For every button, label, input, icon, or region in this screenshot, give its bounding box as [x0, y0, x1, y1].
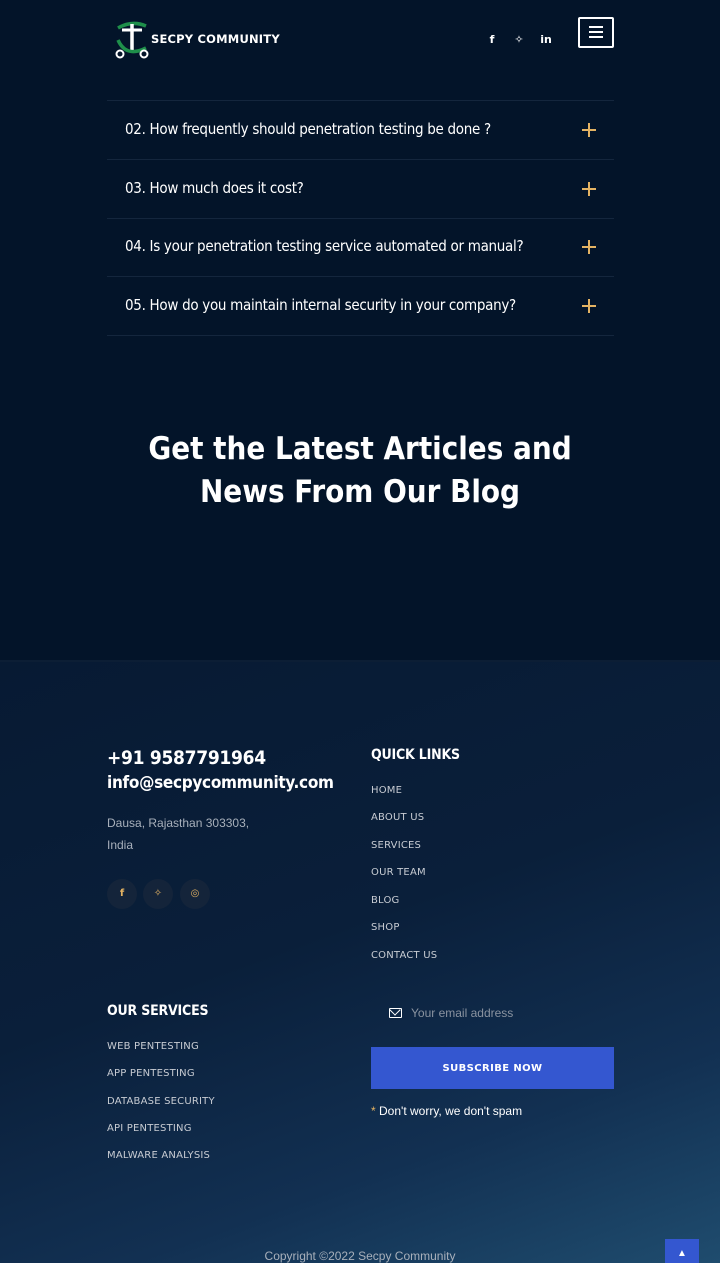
footer-link-blog[interactable]: BLOG — [371, 895, 400, 906]
faq-divider — [107, 100, 614, 101]
footer-link-contact[interactable]: CONTACT US — [371, 950, 437, 961]
service-link[interactable]: API PENTESTING — [107, 1123, 192, 1134]
plus-icon[interactable] — [582, 299, 596, 313]
footer-link-about[interactable]: ABOUT US — [371, 812, 424, 823]
plus-icon[interactable] — [582, 123, 596, 137]
plus-icon[interactable] — [582, 240, 596, 254]
service-link[interactable]: DATABASE SECURITY — [107, 1096, 215, 1107]
twitter-icon[interactable]: ✧ — [511, 32, 527, 48]
email-input[interactable] — [411, 1003, 611, 1023]
menu-bar — [589, 26, 603, 28]
blog-title-line: News From Our Blog — [199, 474, 521, 510]
contact-email[interactable]: info@secpycommunity.com — [107, 773, 334, 793]
spam-note: * Don't worry, we don't spam — [371, 1104, 522, 1118]
service-link[interactable]: APP PENTESTING — [107, 1068, 195, 1079]
envelope-icon — [389, 1008, 402, 1018]
spam-note-text: Don't worry, we don't spam — [379, 1104, 523, 1118]
faq-divider — [107, 335, 614, 336]
faq-question[interactable]: 05. How do you maintain internal securit… — [125, 296, 516, 314]
menu-bar — [589, 36, 603, 38]
hamburger-menu-button[interactable] — [578, 17, 614, 48]
faq-divider — [107, 218, 614, 219]
facebook-icon[interactable]: f — [107, 879, 137, 909]
copyright-text: Copyright ©2022 Secpy Community — [264, 1249, 456, 1263]
contact-phone[interactable]: +91 9587791964 — [107, 747, 266, 769]
footer-link-shop[interactable]: SHOP — [371, 922, 400, 933]
faq-divider — [107, 276, 614, 277]
footer-link-team[interactable]: OUR TEAM — [371, 867, 426, 878]
address-line: India — [107, 838, 134, 852]
service-link[interactable]: MALWARE ANALYSIS — [107, 1150, 210, 1161]
footer-link-home[interactable]: HOME — [371, 785, 402, 796]
faq-divider — [107, 159, 614, 160]
service-link[interactable]: WEB PENTESTING — [107, 1041, 199, 1052]
twitter-icon[interactable]: ✧ — [143, 879, 173, 909]
logo-text[interactable]: SECPY COMMUNITY — [151, 32, 280, 46]
subscribe-button[interactable]: SUBSCRIBE NOW — [371, 1047, 614, 1089]
services-heading: OUR SERVICES — [107, 1003, 209, 1019]
contact-address: Dausa, Rajasthan 303303, India — [107, 812, 307, 856]
footer-link-services[interactable]: SERVICES — [371, 840, 421, 851]
footer-divider — [0, 660, 720, 662]
linkedin-icon[interactable]: in — [538, 32, 554, 48]
instagram-icon[interactable]: ◎ — [180, 879, 210, 909]
plus-icon[interactable] — [582, 182, 596, 196]
logo-icon[interactable] — [112, 18, 152, 60]
address-line: Dausa, Rajasthan 303303, — [107, 816, 250, 830]
subscribe-email-field — [371, 997, 614, 1029]
menu-bar — [589, 31, 603, 33]
facebook-icon[interactable]: f — [484, 32, 500, 48]
blog-section-title: Get the Latest Articles and News From Ou… — [100, 428, 620, 514]
back-to-top-button[interactable]: ▲ — [665, 1239, 699, 1263]
faq-question[interactable]: 04. Is your penetration testing service … — [125, 237, 524, 255]
blog-title-line: Get the Latest Articles and — [148, 431, 572, 467]
required-star: * — [371, 1104, 376, 1118]
faq-question[interactable]: 02. How frequently should penetration te… — [125, 120, 491, 138]
site-header: SECPY COMMUNITY f ✧ in — [0, 0, 720, 80]
faq-question[interactable]: 03. How much does it cost? — [125, 179, 304, 197]
quick-links-heading: QUICK LINKS — [371, 747, 460, 763]
